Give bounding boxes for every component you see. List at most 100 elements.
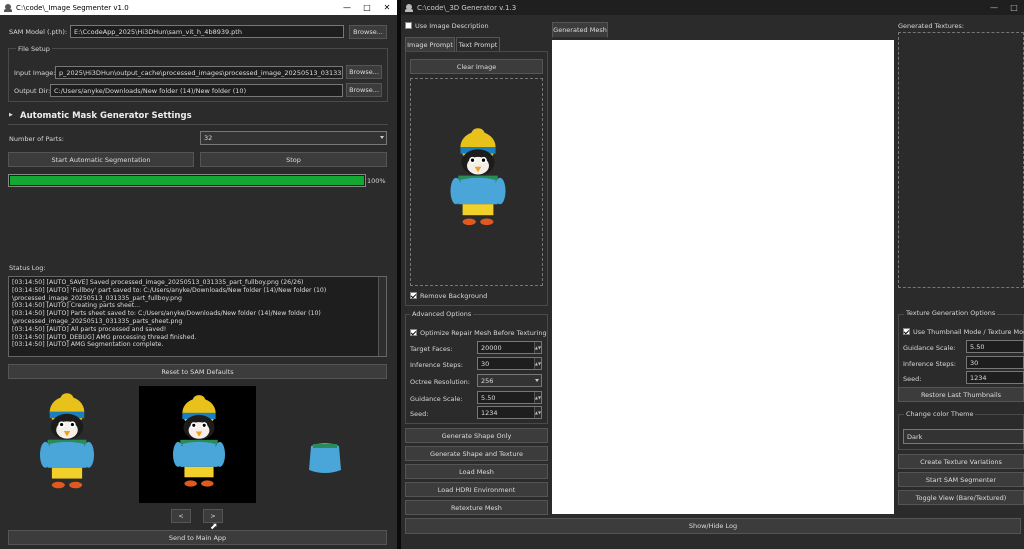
browse-output-button[interactable]: Browse... (346, 83, 382, 97)
clear-image-button[interactable]: Clear Image (410, 59, 543, 74)
spinner-arrows-icon[interactable]: ▲▼ (534, 342, 541, 353)
show-hide-log-button[interactable]: Show/Hide Log (405, 518, 1021, 534)
log-line: \processed_image_20250513_031335_parts_s… (12, 317, 183, 325)
load-mesh-button[interactable]: Load Mesh (405, 464, 548, 479)
guidance-scale-label: Guidance Scale: (410, 395, 463, 403)
tex-guidance-field[interactable]: 5.50 (966, 340, 1024, 353)
texture-options-label: Texture Generation Options (904, 309, 998, 317)
use-image-description-checkbox[interactable] (405, 22, 412, 29)
3d-generator-window: C:\code\_3D Generator v.1.3 — □ Use Imag… (401, 0, 1024, 549)
next-button[interactable]: > (203, 509, 223, 523)
octree-resolution-label: Octree Resolution: (410, 378, 470, 386)
tex-seed-label: Seed: (903, 375, 922, 383)
minimize-button[interactable]: — (337, 3, 357, 12)
app-icon (405, 3, 413, 12)
num-parts-label: Number of Parts: (9, 135, 64, 143)
guidance-scale-field[interactable]: 5.50 ▲▼ (477, 391, 542, 404)
progress-fill (10, 176, 364, 185)
log-scrollbar[interactable] (378, 277, 386, 356)
spinner-arrows-icon[interactable]: ▲▼ (534, 407, 541, 418)
start-segmentation-button[interactable]: Start Automatic Segmentation (8, 152, 194, 167)
theme-select[interactable]: Dark (903, 429, 1024, 444)
log-line: [03:14:50] [AUTO] AMG Segmentation compl… (12, 341, 164, 349)
status-log[interactable]: [03:14:50] [AUTO_SAVE] Saved processed_i… (8, 276, 387, 357)
optimize-label: Optimize Repair Mesh Before Texturing (420, 329, 547, 337)
input-image-field[interactable]: p_2025\Hi3DHun\output_cache\processed_im… (55, 66, 343, 79)
image-segmenter-window: C:\code\_Image Segmenter v1.0 — □ ✕ SAM … (0, 0, 397, 549)
reset-sam-defaults-button[interactable]: Reset to SAM Defaults (8, 364, 387, 379)
chevron-down-icon (380, 136, 384, 139)
tab-image-prompt[interactable]: Image Prompt (405, 37, 455, 52)
mesh-viewport[interactable] (552, 40, 894, 514)
sweater-part-image (309, 443, 341, 473)
textures-area[interactable] (898, 32, 1024, 288)
maximize-button[interactable]: □ (1004, 3, 1024, 12)
stop-button[interactable]: Stop (200, 152, 387, 167)
octree-resolution-select[interactable]: 256 (477, 374, 542, 387)
guidance-value: 5.50 (481, 393, 496, 402)
use-thumbnail-checkbox[interactable] (903, 328, 910, 335)
send-to-main-app-button[interactable]: Send to Main App (8, 530, 387, 545)
prev-button[interactable]: < (171, 509, 191, 523)
restore-thumbnails-button[interactable]: Restore Last Thumbnails (898, 387, 1024, 402)
inference-steps-value: 30 (481, 359, 490, 368)
log-line: \processed_image_20250513_031335_part_fu… (12, 294, 182, 302)
browse-input-button[interactable]: Browse... (346, 65, 382, 79)
mask-preview-panel (139, 386, 256, 503)
retexture-mesh-button[interactable]: Retexture Mesh (405, 500, 548, 515)
minimize-button[interactable]: — (984, 3, 1004, 12)
log-line: [03:14:50] [AUTO] All parts processed an… (12, 325, 167, 333)
progress-percent: 100% (367, 177, 386, 185)
remove-background-checkbox[interactable] (410, 292, 417, 299)
app-icon (4, 3, 12, 12)
masked-penguin-image (167, 392, 231, 496)
start-sam-segmenter-button[interactable]: Start SAM Segmenter (898, 472, 1024, 487)
tex-seed-field[interactable]: 1234 (966, 371, 1024, 384)
close-button[interactable]: ✕ (377, 3, 397, 12)
spinner-arrows-icon[interactable]: ▲▼ (534, 358, 541, 369)
sam-model-label: SAM Model (.pth): (9, 28, 68, 36)
image-drop-area[interactable] (410, 78, 543, 286)
log-line: [03:14:50] [AUTO_SAVE] Saved processed_i… (12, 279, 304, 286)
change-theme-label: Change color Theme (904, 410, 976, 418)
use-image-description-label: Use Image Description (415, 22, 489, 30)
collapse-arrow-icon[interactable]: ▶ (9, 112, 13, 118)
tab-generated-mesh[interactable]: Generated Mesh (552, 22, 608, 38)
progress-bar (8, 174, 366, 187)
target-faces-label: Target Faces: (410, 345, 453, 353)
generate-shape-texture-button[interactable]: Generate Shape and Texture (405, 446, 548, 461)
toggle-view-button[interactable]: Toggle View (Bare/Textured) (898, 490, 1024, 505)
advanced-options-label: Advanced Options (410, 310, 474, 318)
inference-steps-label: Inference Steps: (410, 361, 463, 369)
log-line: [03:14:50] [AUTO] 'Fullboy' part saved t… (12, 286, 327, 294)
window-title: C:\code\_Image Segmenter v1.0 (16, 3, 129, 12)
create-texture-variations-button[interactable]: Create Texture Variations (898, 454, 1024, 469)
tex-inference-field[interactable]: 30 (966, 356, 1024, 369)
seed-value: 1234 (481, 408, 498, 417)
left-titlebar: C:\code\_Image Segmenter v1.0 — □ ✕ (0, 0, 397, 15)
num-parts-select[interactable]: 32 (200, 131, 387, 145)
sam-model-field[interactable]: E:\CcodeApp_2025\Hi3DHun\sam_vit_h_4b893… (70, 25, 344, 38)
right-titlebar: C:\code\_3D Generator v.1.3 — □ (401, 0, 1024, 15)
octree-value: 256 (481, 376, 494, 385)
tex-inference-label: Inference Steps: (903, 360, 956, 368)
maximize-button[interactable]: □ (357, 3, 377, 12)
spinner-arrows-icon[interactable]: ▲▼ (534, 392, 541, 403)
optimize-checkbox[interactable] (410, 329, 417, 336)
tex-guidance-label: Guidance Scale: (903, 344, 956, 352)
target-faces-field[interactable]: 20000 ▲▼ (477, 341, 542, 354)
file-setup-label: File Setup (16, 45, 52, 53)
output-dir-field[interactable]: C:/Users/anyke/Downloads/New folder (14)… (50, 84, 343, 97)
section-divider (8, 124, 388, 125)
prompt-penguin-image (444, 125, 512, 235)
generate-shape-only-button[interactable]: Generate Shape Only (405, 428, 548, 443)
num-parts-value: 32 (204, 134, 213, 142)
browse-model-button[interactable]: Browse... (349, 25, 387, 39)
tab-text-prompt[interactable]: Text Prompt (456, 37, 500, 52)
remove-background-label: Remove Background (420, 292, 488, 300)
seed-field[interactable]: 1234 ▲▼ (477, 406, 542, 419)
amg-section-title[interactable]: Automatic Mask Generator Settings (20, 111, 192, 121)
inference-steps-field[interactable]: 30 ▲▼ (477, 357, 542, 370)
use-thumbnail-label: Use Thumbnail Mode / Texture Mode (913, 328, 1024, 336)
load-hdri-button[interactable]: Load HDRI Environment (405, 482, 548, 497)
